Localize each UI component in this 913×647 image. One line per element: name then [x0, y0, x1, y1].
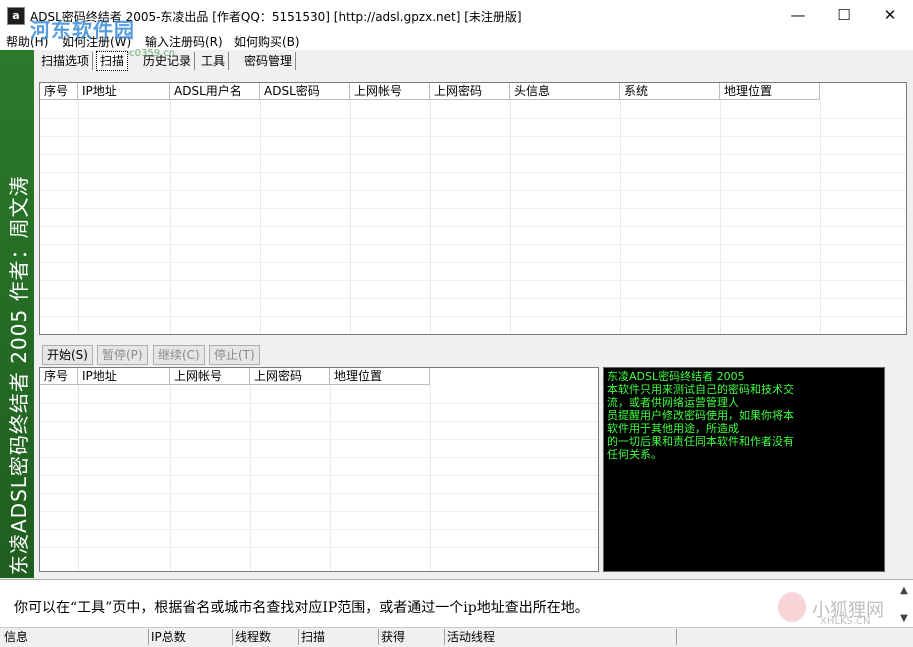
column-header[interactable]: 地理位置 — [330, 368, 430, 385]
column-header[interactable]: 上网密码 — [430, 83, 510, 100]
message-console[interactable]: 东凌ADSL密码终结者 2005 本软件只用来测试自己的密码和技术交 流，或者供… — [603, 367, 885, 572]
status-active-threads: 活动线程 — [444, 629, 676, 645]
tab-scan-options[interactable]: 扫描选项 — [38, 52, 94, 70]
title-bar: a ADSL密码终结者 2005-东凌出品 [作者QQ：5151530] [ht… — [0, 0, 913, 30]
menu-how-to-buy[interactable]: 如何购买(B) — [234, 33, 300, 50]
grid-line — [40, 403, 598, 404]
sidebar-banner-text: 东凌ADSL密码终结者 2005 作者：周文涛 — [7, 175, 31, 575]
column-header[interactable]: ADSL用户名 — [170, 83, 260, 100]
grid-line — [40, 529, 598, 530]
grid-line — [40, 439, 598, 440]
close-button[interactable]: ✕ — [867, 0, 913, 30]
tab-scan[interactable]: 扫描 — [96, 51, 129, 71]
console-line: 流，或者供网络运营管理人 — [607, 396, 739, 409]
grid-line — [40, 511, 598, 512]
status-extra — [676, 629, 911, 645]
status-threads: 线程数 — [232, 629, 298, 645]
grid-line — [250, 385, 251, 571]
status-scan: 扫描 — [298, 629, 378, 645]
column-header[interactable]: IP地址 — [78, 368, 170, 385]
column-header[interactable]: IP地址 — [78, 83, 170, 100]
grid-line — [40, 421, 598, 422]
accounts-table[interactable]: 序号 IP地址 上网帐号 上网密码 地理位置 — [39, 367, 599, 572]
column-header[interactable]: 地理位置 — [720, 83, 820, 100]
grid-line — [40, 493, 598, 494]
grid-line — [40, 118, 906, 119]
tab-history[interactable]: 历史记录 — [140, 52, 196, 70]
status-obtained: 获得 — [378, 629, 444, 645]
grid-line — [40, 547, 598, 548]
grid-line — [40, 475, 598, 476]
column-header[interactable]: 上网帐号 — [350, 83, 430, 100]
minimize-button[interactable]: — — [775, 0, 821, 30]
app-icon[interactable]: a — [7, 7, 25, 25]
column-header[interactable]: 序号 — [40, 368, 78, 385]
sidebar-banner: 东凌ADSL密码终结者 2005 作者：周文涛 — [0, 50, 34, 578]
grid-line — [40, 262, 906, 263]
watermark-fox-url: XHLKS.CN — [820, 616, 871, 627]
column-header[interactable]: 序号 — [40, 83, 78, 100]
grid-line — [40, 190, 906, 191]
status-ip-total: IP总数 — [148, 629, 232, 645]
grid-line — [40, 136, 906, 137]
console-line: 员提醒用户修改密码使用，如果你将本 — [607, 409, 794, 422]
tab-password-manager[interactable]: 密码管理 — [241, 52, 297, 70]
scroll-up-icon[interactable]: ▲ — [897, 584, 911, 598]
info-panel: 你可以在“工具”页中，根据省名或城市名查找对应IP范围，或者通过一个ip地址查出… — [0, 579, 913, 628]
console-line: 的一切后果和责任同本软件和作者没有 — [607, 435, 794, 448]
fox-logo-icon — [778, 592, 806, 622]
console-line: 东凌ADSL密码终结者 2005 — [607, 370, 745, 383]
grid-line — [40, 298, 906, 299]
results-table[interactable]: 序号 IP地址 ADSL用户名 ADSL密码 上网帐号 上网密码 头信息 系统 … — [39, 82, 907, 335]
grid-line — [40, 457, 598, 458]
start-button[interactable]: 开始(S) — [42, 345, 93, 365]
tab-tools[interactable]: 工具 — [198, 52, 230, 70]
console-line: 软件用于其他用途，所造成 — [607, 422, 739, 435]
info-scroll[interactable]: ▲ ▼ — [897, 584, 911, 626]
console-line: 任何关系。 — [607, 448, 662, 461]
console-line: 本软件只用来测试自己的密码和技术交 — [607, 383, 794, 396]
grid-line — [78, 385, 79, 571]
grid-line — [430, 385, 431, 571]
grid-line — [40, 208, 906, 209]
column-header[interactable]: ADSL密码 — [260, 83, 350, 100]
grid-line — [40, 244, 906, 245]
scroll-down-icon[interactable]: ▼ — [897, 612, 911, 626]
resume-button[interactable]: 继续(C) — [153, 345, 205, 365]
status-info: 信息 — [4, 630, 29, 644]
grid-line — [170, 385, 171, 571]
menu-bar: 帮助(H) 如何注册(W) 输入注册码(R) 如何购买(B) — [0, 30, 913, 50]
column-header[interactable]: 头信息 — [510, 83, 620, 100]
stop-button[interactable]: 停止(T) — [209, 345, 260, 365]
grid-line — [40, 316, 906, 317]
maximize-button[interactable]: ☐ — [821, 0, 867, 30]
status-bar: 信息 IP总数 线程数 扫描 获得 活动线程 — [0, 627, 913, 647]
column-header[interactable]: 上网帐号 — [170, 368, 250, 385]
watermark-logo: 河东软件园 — [30, 18, 135, 42]
grid-line — [330, 385, 331, 571]
grid-line — [40, 154, 906, 155]
column-header[interactable]: 上网密码 — [250, 368, 330, 385]
grid-line — [40, 172, 906, 173]
grid-line — [40, 280, 906, 281]
column-header[interactable]: 系统 — [620, 83, 720, 100]
grid-line — [40, 226, 906, 227]
info-text: 你可以在“工具”页中，根据省名或城市名查找对应IP范围，或者通过一个ip地址查出… — [14, 600, 589, 616]
pause-button[interactable]: 暂停(P) — [97, 345, 148, 365]
